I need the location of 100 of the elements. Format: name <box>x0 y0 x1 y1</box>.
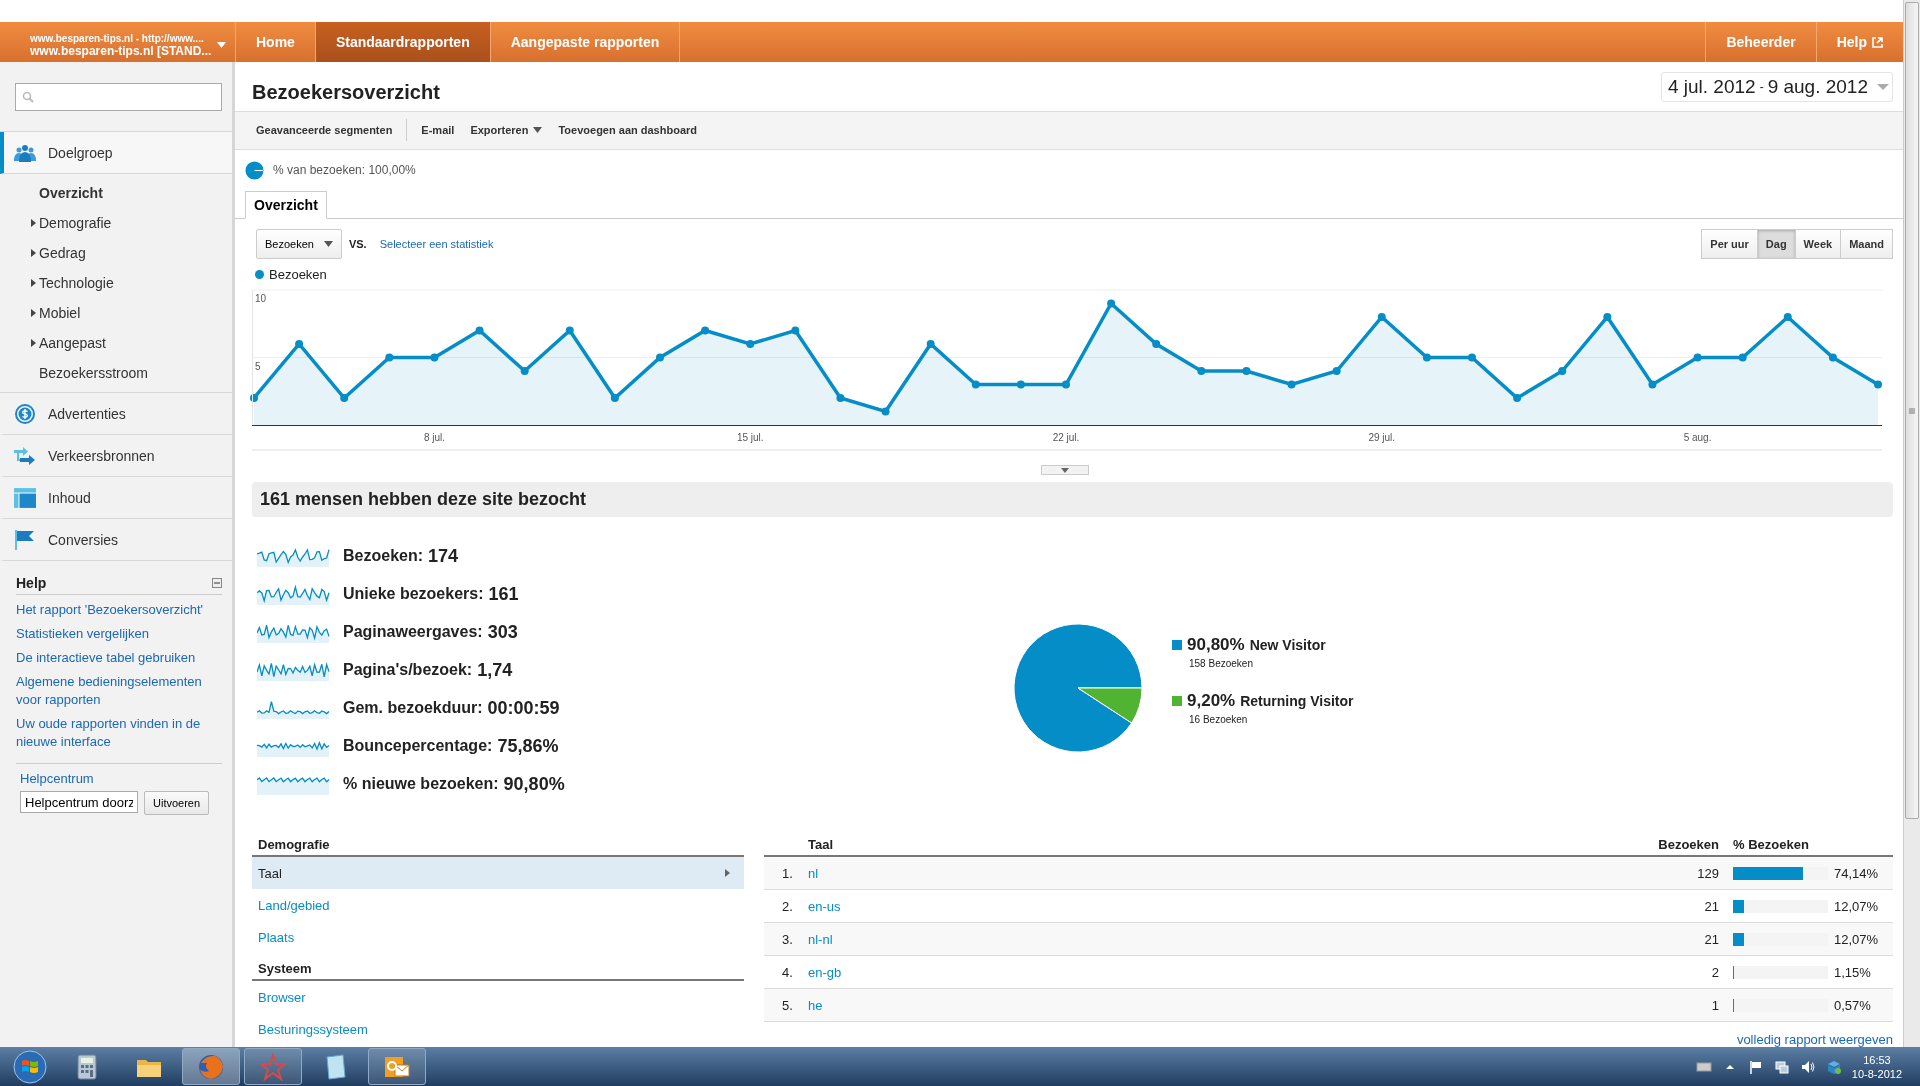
data-point[interactable] <box>520 367 529 376</box>
dimension-item[interactable]: Land/gebied <box>252 889 744 921</box>
taskbar-button[interactable] <box>368 1048 426 1085</box>
data-point[interactable] <box>340 394 349 403</box>
help-article-link[interactable]: De interactieve tabel gebruiken <box>16 649 222 667</box>
data-point[interactable] <box>1242 367 1251 376</box>
nav-item[interactable]: Technologie <box>0 268 232 298</box>
data-point[interactable] <box>1874 380 1882 389</box>
legend-percent: 90,80% <box>1187 635 1245 655</box>
metric-dropdown[interactable]: Bezoeken <box>256 229 342 260</box>
nav-item[interactable]: Overzicht <box>0 178 232 208</box>
data-point[interactable] <box>1016 380 1025 389</box>
data-point[interactable] <box>926 340 935 349</box>
language-link[interactable]: en-gb <box>808 964 842 980</box>
nav-item[interactable]: Bezoekersstroom <box>0 358 232 388</box>
dimension-item[interactable]: Plaats <box>252 921 744 953</box>
data-point[interactable] <box>836 394 845 403</box>
data-point[interactable] <box>881 407 890 416</box>
nav-section[interactable]: Advertenties <box>0 393 232 435</box>
data-point[interactable] <box>746 340 755 349</box>
data-point[interactable] <box>295 340 304 349</box>
full-report-link[interactable]: volledig rapport weergeven <box>1736 1032 1893 1047</box>
period-button[interactable]: Per uur <box>1701 229 1758 260</box>
nav-item[interactable]: Mobiel <box>0 298 232 328</box>
data-point[interactable] <box>1693 353 1702 362</box>
data-point[interactable] <box>565 326 574 335</box>
resize-handle[interactable] <box>1041 465 1089 476</box>
data-point[interactable] <box>1513 394 1522 403</box>
data-point[interactable] <box>656 353 664 362</box>
nav-tab[interactable]: Standaardrapporten <box>315 22 491 62</box>
pie-icon <box>245 160 264 180</box>
nav-section[interactable]: Doelgroep <box>0 132 232 174</box>
data-point[interactable] <box>1377 313 1386 322</box>
pie-slice[interactable] <box>1013 623 1143 752</box>
caret-icon <box>725 869 730 877</box>
data-point[interactable] <box>385 353 394 362</box>
period-button[interactable]: Dag <box>1757 229 1796 260</box>
language-link[interactable]: he <box>808 997 823 1013</box>
stat-value: 161 <box>488 583 519 605</box>
help-article-link[interactable]: Statistieken vergelijken <box>16 625 222 643</box>
nav-item[interactable]: Demografie <box>0 208 232 238</box>
toolbar-button[interactable]: Geavanceerde segmenten <box>248 124 401 137</box>
data-point[interactable] <box>1648 380 1657 389</box>
nav-section[interactable]: Inhoud <box>0 477 232 519</box>
help-article-link[interactable]: Uw oude rapporten vinden in de nieuwe interface <box>16 715 222 751</box>
data-point[interactable] <box>1828 353 1837 362</box>
scrollbar[interactable] <box>1903 0 1920 1047</box>
nav-section[interactable]: Conversies <box>0 519 232 561</box>
search-field[interactable] <box>15 82 222 111</box>
data-point[interactable] <box>430 353 439 362</box>
data-point[interactable] <box>1062 380 1070 389</box>
language-link[interactable]: nl-nl <box>808 931 833 947</box>
data-point[interactable] <box>971 380 980 389</box>
dimension-item[interactable]: Browser <box>252 981 744 1013</box>
data-point[interactable] <box>1422 353 1431 362</box>
data-point[interactable] <box>1332 367 1341 376</box>
tab[interactable]: Overzicht <box>245 191 327 220</box>
help-article-link[interactable]: Algemene bedieningselementen voor rapporten <box>16 673 222 709</box>
data-point[interactable] <box>791 326 800 335</box>
table-cell-text: 2 <box>1710 964 1720 980</box>
nav-item[interactable]: Gedrag <box>0 238 232 268</box>
dimension-item[interactable]: Taal <box>252 857 744 889</box>
toolbar-button[interactable]: Exporteren <box>462 124 551 137</box>
pie-slice[interactable] <box>1077 687 1143 723</box>
data-point[interactable] <box>1197 367 1206 376</box>
data-point[interactable] <box>475 326 484 335</box>
search-icon <box>22 90 34 103</box>
language-link[interactable]: nl <box>808 865 819 881</box>
data-point[interactable] <box>1468 353 1476 362</box>
nav-item[interactable]: Aangepast <box>0 328 232 358</box>
box-icon[interactable] <box>1825 1058 1842 1075</box>
network-icon[interactable] <box>1773 1058 1790 1075</box>
data-point[interactable] <box>1738 353 1747 362</box>
data-point[interactable] <box>701 326 710 335</box>
data-point[interactable] <box>610 394 619 403</box>
legend-label: Returning Visitor <box>1240 693 1354 709</box>
period-button[interactable]: Week <box>1795 229 1842 260</box>
submit-button[interactable]: Uitvoeren <box>144 791 210 815</box>
language-link[interactable]: en-us <box>808 898 841 914</box>
date-range-picker[interactable]: 4 jul. 2012 - 9 aug. 2012 <box>1660 71 1893 102</box>
data-point[interactable] <box>1287 380 1296 389</box>
arrows-icon <box>14 445 36 466</box>
help-article-link[interactable]: Het rapport 'Bezoekersoverzicht' <box>16 601 222 619</box>
period-button[interactable]: Maand <box>1841 229 1893 260</box>
flag-icon[interactable] <box>1747 1058 1764 1075</box>
collapse-icon[interactable] <box>212 578 222 588</box>
toolbar-button[interactable]: E-mail <box>413 124 463 137</box>
compare-link[interactable]: Selecteer een statistiek <box>379 238 494 251</box>
data-point[interactable] <box>250 394 258 403</box>
dimension-item[interactable]: Besturingssysteem <box>252 1013 744 1045</box>
data-point[interactable] <box>1152 340 1161 349</box>
nav-section[interactable]: Verkeersbronnen <box>0 435 232 477</box>
data-point[interactable] <box>1783 313 1792 322</box>
column-header: Bezoeken <box>1657 837 1720 852</box>
data-point[interactable] <box>1107 299 1116 308</box>
help-center-link[interactable]: Helpcentrum <box>20 770 222 788</box>
table-cell: 12,07% <box>1834 898 1879 914</box>
toolbar-button[interactable]: Toevoegen aan dashboard <box>550 124 705 137</box>
data-point[interactable] <box>1558 367 1567 376</box>
data-point[interactable] <box>1603 313 1612 322</box>
